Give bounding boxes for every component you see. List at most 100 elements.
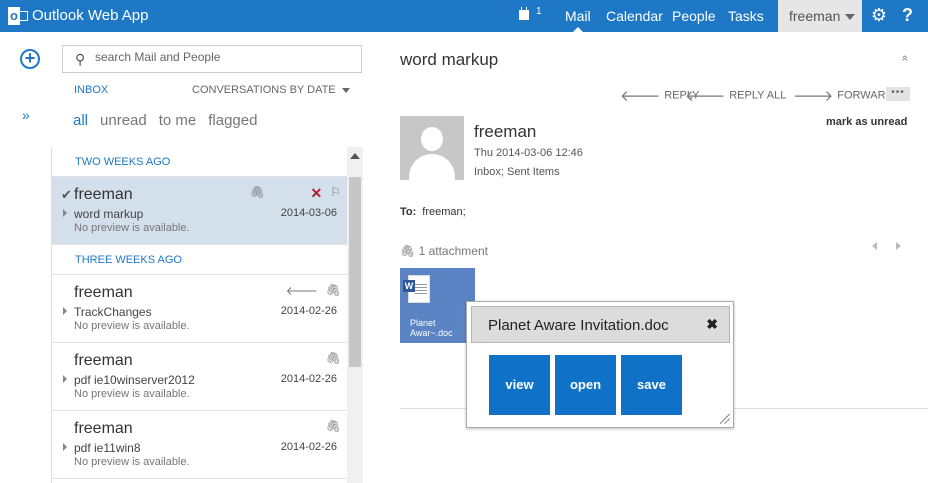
expand-conversation-icon[interactable] — [63, 307, 67, 315]
sender-name: freeman — [74, 420, 133, 437]
reply-icon: 🡐 — [620, 88, 661, 105]
message-subject: word markup — [400, 50, 499, 69]
reply-all-button[interactable]: 🡐 REPLY ALL — [685, 86, 786, 105]
item-actions: ✕ ⚐ — [311, 185, 342, 202]
outlook-logo-icon: o — [8, 7, 28, 25]
sender-name[interactable]: freeman — [474, 122, 536, 142]
flag-icon[interactable]: ⚐ — [330, 185, 341, 202]
nav-people[interactable]: People — [672, 0, 716, 32]
reply-all-icon: 🡐 — [685, 88, 726, 105]
expand-conversation-icon[interactable] — [63, 209, 67, 217]
sort-dropdown[interactable]: CONVERSATIONS BY DATE — [192, 84, 350, 96]
filter-flagged[interactable]: flagged — [208, 112, 257, 129]
filter-unread[interactable]: unread — [100, 112, 147, 129]
gear-icon[interactable]: ⚙ — [870, 6, 888, 24]
recipient-name[interactable]: freeman; — [422, 206, 465, 218]
paperclip-icon: 🖇 — [325, 283, 341, 297]
expand-folders-button[interactable]: » — [22, 107, 30, 123]
list-item[interactable]: ✔ freeman word markup No preview is avai… — [52, 177, 347, 245]
preview: No preview is available. — [74, 320, 190, 332]
chevron-down-icon — [341, 87, 350, 93]
filter-bar: all unread to me flagged — [73, 112, 257, 129]
attachment-count: 1 attachment — [418, 244, 488, 258]
subject: pdf ie10winserver2012 — [74, 373, 195, 387]
calendar-reminder-button[interactable]: 1 — [519, 6, 542, 25]
scroll-thumb[interactable] — [349, 177, 361, 367]
preview: No preview is available. — [74, 222, 190, 234]
list-item[interactable]: freeman TrackChanges No preview is avail… — [52, 275, 347, 343]
item-icons: 🡐 🖇 — [286, 283, 341, 298]
more-actions-button[interactable]: ••• — [886, 87, 910, 101]
date: 2014-02-26 — [280, 373, 337, 385]
message-list-pane: ⚲ INBOX CONVERSATIONS BY DATE all unread… — [50, 32, 364, 483]
sender-name: freeman — [74, 186, 133, 203]
forward-button[interactable]: 🡒 FORWARD — [793, 86, 893, 105]
attachments-header: 🖇 1 attachment — [400, 244, 488, 258]
subject: pdf ie11win8 — [74, 441, 141, 455]
sender-name: freeman — [74, 352, 133, 369]
paperclip-icon: 🖇 — [249, 185, 265, 199]
to-label: To: — [400, 206, 417, 218]
date: 2014-02-26 — [280, 305, 337, 317]
attachment-name: Planet Awar~.doc — [410, 318, 453, 338]
message-list: TWO WEEKS AGO ✔ freeman word markup No p… — [51, 147, 347, 483]
help-button[interactable]: ? — [902, 4, 913, 26]
view-button[interactable]: view — [489, 355, 550, 415]
list-item[interactable]: freeman pdf ie11win8 No preview is avail… — [52, 411, 347, 479]
nav-mail[interactable]: Mail — [565, 0, 591, 32]
expand-conversation-icon[interactable] — [63, 443, 67, 451]
search-icon: ⚲ — [75, 51, 86, 67]
filter-all[interactable]: all — [73, 112, 88, 129]
filter-to-me[interactable]: to me — [159, 112, 197, 129]
app-title: Outlook Web App — [32, 7, 149, 24]
forward-icon: 🡒 — [793, 88, 834, 105]
group-header: THREE WEEKS AGO — [52, 245, 347, 275]
reply-arrow-icon: 🡐 — [285, 284, 318, 298]
list-item[interactable]: freeman pdf ie10winserver2012 No preview… — [52, 343, 347, 411]
save-button[interactable]: save — [621, 355, 682, 415]
preview: No preview is available. — [74, 456, 190, 468]
word-badge: W — [403, 280, 415, 292]
message-list-scrollbar[interactable] — [347, 147, 363, 483]
collapse-header-icon[interactable]: » — [899, 55, 911, 61]
sent-date: Thu 2014-03-06 12:46 — [474, 147, 583, 159]
chevron-down-icon — [845, 14, 856, 21]
folder-label: INBOX — [74, 84, 109, 96]
resize-grip-icon[interactable] — [720, 414, 730, 424]
nav-calendar[interactable]: Calendar — [606, 0, 663, 32]
group-header: TWO WEEKS AGO — [52, 147, 347, 177]
scroll-up-icon[interactable] — [350, 153, 360, 159]
attachment-name-line1: Planet — [410, 318, 436, 328]
sort-label: CONVERSATIONS BY DATE — [192, 84, 336, 96]
search-input[interactable] — [95, 50, 355, 64]
expand-conversation-icon[interactable] — [63, 375, 67, 383]
open-button[interactable]: open — [555, 355, 616, 415]
search-box[interactable]: ⚲ — [62, 45, 362, 73]
new-mail-button[interactable]: + — [20, 49, 40, 69]
brand[interactable]: o Outlook Web App — [8, 6, 148, 26]
subject: TrackChanges — [74, 305, 152, 319]
top-bar: o Outlook Web App 1 Mail Calendar People… — [0, 0, 928, 32]
popup-header: Planet Aware Invitation.doc ✖ — [471, 306, 730, 343]
calendar-icon — [519, 7, 529, 20]
reminder-count: 1 — [536, 6, 542, 17]
date: 2014-03-06 — [280, 207, 337, 219]
left-rail: + » — [0, 32, 50, 483]
sender-avatar — [400, 116, 464, 180]
popup-title: Planet Aware Invitation.doc — [488, 317, 669, 334]
close-icon[interactable]: ✖ — [706, 316, 718, 333]
checkmark-icon[interactable]: ✔ — [61, 187, 72, 203]
attachment-tile[interactable]: W Planet Awar~.doc — [400, 268, 475, 343]
preview: No preview is available. — [74, 388, 190, 400]
recipients: To: freeman; — [400, 206, 466, 218]
paperclip-icon: 🖇 — [325, 419, 341, 433]
user-menu[interactable]: freeman — [778, 0, 862, 32]
delete-icon[interactable]: ✕ — [311, 185, 323, 202]
subject: word markup — [74, 207, 144, 221]
nav-tasks[interactable]: Tasks — [728, 0, 764, 32]
user-name: freeman — [789, 8, 841, 24]
mark-as-unread-button[interactable]: mark as unread — [826, 116, 907, 128]
attachment-next-icon[interactable] — [896, 242, 901, 250]
paperclip-icon: 🖇 — [325, 351, 341, 365]
attachment-prev-icon[interactable] — [872, 242, 877, 250]
